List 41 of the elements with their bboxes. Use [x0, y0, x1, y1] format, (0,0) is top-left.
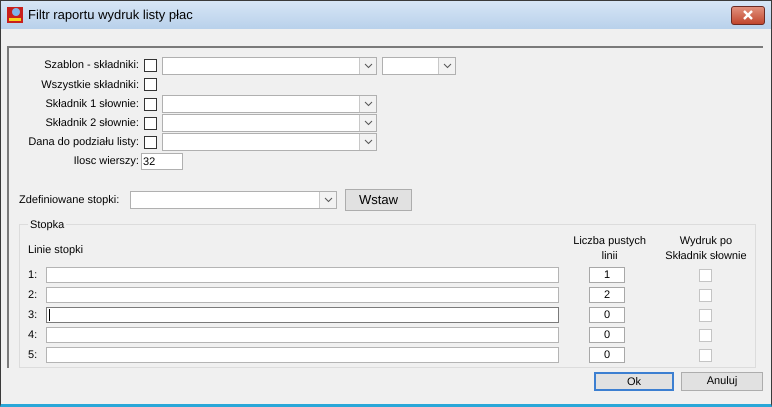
- window-title: Filtr raportu wydruk listy płac: [28, 6, 194, 24]
- field-label: Ilosc wierszy:: [72, 154, 139, 170]
- close-icon: [742, 10, 754, 20]
- field-label: Składnik 1 słownie:: [44, 96, 139, 112]
- ok-button[interactable]: Ok: [594, 372, 674, 391]
- cancel-button[interactable]: Anuluj: [681, 372, 763, 391]
- close-button[interactable]: [731, 6, 765, 24]
- chevron-down-icon: [359, 58, 376, 74]
- column-header: Wydruk po Składnik słownie: [664, 234, 748, 264]
- row-number: 1:: [28, 268, 38, 283]
- field-label: Składnik 2 słownie:: [44, 116, 139, 131]
- dropdown[interactable]: [162, 56, 377, 75]
- column-header: Linie stopki: [28, 243, 84, 258]
- dropdown[interactable]: [382, 56, 456, 75]
- input-field[interactable]: 32: [141, 153, 183, 170]
- checkbox[interactable]: [144, 59, 157, 72]
- dropdown[interactable]: [162, 133, 377, 152]
- checkbox[interactable]: [144, 78, 157, 92]
- row-number: 3:: [28, 308, 38, 323]
- row-number: 4:: [28, 328, 38, 343]
- chevron-down-icon: [359, 96, 376, 112]
- field-label: Wszystkie składniki:: [40, 78, 139, 93]
- chevron-down-icon: [359, 115, 376, 132]
- checkbox[interactable]: [144, 116, 157, 130]
- row-number: 5:: [28, 348, 38, 363]
- chevron-down-icon: [319, 192, 336, 208]
- checkbox[interactable]: [144, 98, 157, 110]
- row-number: 2:: [28, 288, 38, 303]
- insert-button[interactable]: Wstaw: [345, 189, 412, 212]
- field-label: Szablon - składniki:: [43, 58, 139, 74]
- field-label: Zdefiniowane stopki:: [19, 192, 120, 208]
- chevron-down-icon: [359, 134, 376, 150]
- field-label: Dana do podziału listy:: [27, 135, 139, 150]
- text-cursor: [49, 309, 50, 322]
- chevron-down-icon: [438, 58, 455, 74]
- app-icon: [7, 7, 23, 23]
- checkbox[interactable]: [144, 136, 157, 149]
- dropdown[interactable]: [130, 191, 337, 210]
- dropdown[interactable]: [162, 95, 377, 113]
- dropdown[interactable]: [162, 114, 377, 132]
- column-header: Liczba pustych linii: [572, 234, 647, 264]
